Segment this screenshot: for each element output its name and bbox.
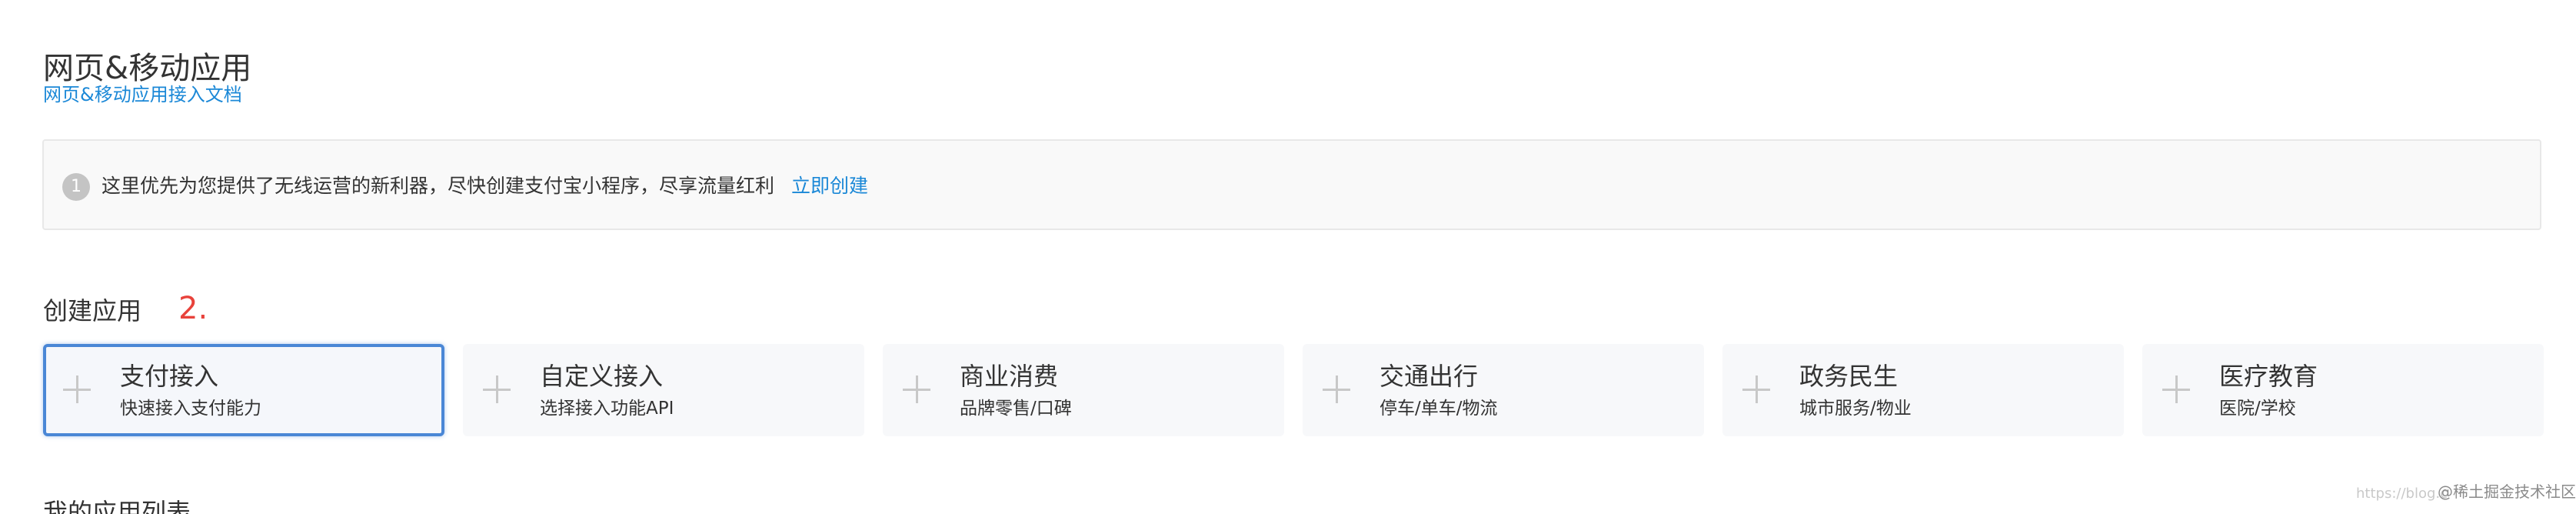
plus-icon <box>1742 375 1770 403</box>
plus-icon <box>483 375 511 403</box>
info-circle-icon: 1 <box>62 173 90 201</box>
juejin-watermark: @稀土掘金技术社区 <box>2438 482 2576 501</box>
integration-docs-link[interactable]: 网页&移动应用接入文档 <box>43 82 242 108</box>
card-title: 政务民生 <box>1799 362 1899 391</box>
plus-icon <box>1323 375 1350 403</box>
notice-text: 这里优先为您提供了无线运营的新利器，尽快创建支付宝小程序，尽享流量红利 <box>102 175 775 197</box>
card-title: 商业消费 <box>960 362 1059 391</box>
card-subtitle: 选择接入功能API <box>540 399 674 419</box>
card-subtitle: 快速接入支付能力 <box>120 399 261 419</box>
card-subtitle: 停车/单车/物流 <box>1380 399 1498 419</box>
card-commerce[interactable]: 商业消费 品牌零售/口碑 <box>883 344 1284 436</box>
card-title: 交通出行 <box>1380 362 1479 391</box>
card-custom-access[interactable]: 自定义接入 选择接入功能API <box>463 344 864 436</box>
card-title: 自定义接入 <box>540 362 664 391</box>
card-subtitle: 医院/学校 <box>2219 399 2296 419</box>
card-title: 支付接入 <box>120 362 219 391</box>
card-subtitle: 城市服务/物业 <box>1799 399 1912 419</box>
notice-message: 这里优先为您提供了无线运营的新利器，尽快创建支付宝小程序，尽享流量红利 立即创建 <box>102 172 868 201</box>
create-now-link[interactable]: 立即创建 <box>791 175 868 197</box>
my-app-list-title: 我的应用列表 <box>43 498 191 514</box>
notice-banner: 1 这里优先为您提供了无线运营的新利器，尽快创建支付宝小程序，尽享流量红利 立即创… <box>42 139 2541 230</box>
create-app-title: 创建应用 <box>43 296 142 325</box>
plus-icon <box>2162 375 2190 403</box>
page: 网页&移动应用 网页&移动应用接入文档 1 这里优先为您提供了无线运营的新利器，… <box>0 0 2576 514</box>
card-title: 医疗教育 <box>2219 362 2318 391</box>
card-subtitle: 品牌零售/口碑 <box>960 399 1072 419</box>
card-medical-education[interactable]: 医疗教育 医院/学校 <box>2142 344 2544 436</box>
card-transport[interactable]: 交通出行 停车/单车/物流 <box>1303 344 1704 436</box>
plus-icon <box>63 375 91 403</box>
step-annotation: 2. <box>178 291 208 326</box>
faint-watermark: https://blog.c <box>2356 486 2448 502</box>
card-government[interactable]: 政务民生 城市服务/物业 <box>1722 344 2124 436</box>
card-payment-access[interactable]: 支付接入 快速接入支付能力 <box>43 344 444 436</box>
app-type-cards: 支付接入 快速接入支付能力 自定义接入 选择接入功能API 商业消费 品牌零售/… <box>43 344 2545 436</box>
plus-icon <box>903 375 930 403</box>
